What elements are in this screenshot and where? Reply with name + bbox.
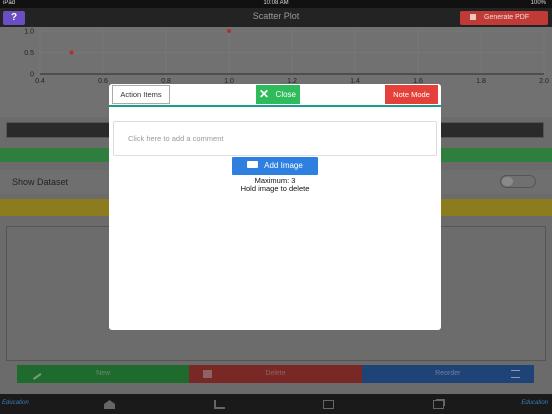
y-tick-label: 1.0 bbox=[24, 29, 34, 36]
action-bar: New Delete Reorder bbox=[17, 365, 534, 383]
reorder-label: Reorder bbox=[435, 370, 461, 377]
data-point bbox=[227, 29, 231, 33]
copy-icon[interactable] bbox=[433, 400, 444, 409]
new-label: New bbox=[96, 370, 111, 377]
chart-icon[interactable] bbox=[214, 400, 225, 409]
action-items-button[interactable]: Action Items bbox=[112, 85, 170, 104]
data-point bbox=[69, 50, 74, 55]
checkbox-icon[interactable] bbox=[323, 400, 334, 409]
pencil-icon bbox=[29, 368, 42, 380]
brand-logo-left: Education bbox=[2, 400, 29, 406]
note-mode-button[interactable]: Note Mode bbox=[385, 85, 438, 104]
show-dataset-label: Show Dataset bbox=[12, 177, 69, 187]
add-image-label: Add Image bbox=[264, 161, 303, 170]
battery-label: 100% bbox=[530, 0, 546, 6]
reorder-button[interactable]: Reorder bbox=[361, 365, 534, 383]
reorder-icon bbox=[510, 370, 520, 378]
generate-pdf-button[interactable]: Generate PDF bbox=[460, 11, 548, 25]
x-tick-label: 1.8 bbox=[476, 78, 486, 85]
home-icon[interactable] bbox=[104, 400, 115, 409]
comment-modal: Action Items ✕Close Note Mode Add Image … bbox=[109, 84, 441, 330]
tab-bar: Education Education bbox=[0, 394, 552, 414]
show-dataset-toggle[interactable] bbox=[500, 175, 536, 188]
close-label: Close bbox=[275, 90, 296, 99]
generate-pdf-label: Generate PDF bbox=[484, 14, 530, 21]
new-button[interactable]: New bbox=[17, 365, 190, 383]
document-icon bbox=[470, 14, 476, 21]
modal-header: Action Items ✕ Close Note Mode bbox=[109, 84, 441, 107]
brand-logo-right: Education bbox=[521, 400, 548, 406]
delete-button[interactable]: Delete bbox=[189, 365, 362, 383]
close-button[interactable]: ✕ Close bbox=[256, 85, 300, 104]
x-tick-label: 0.4 bbox=[35, 78, 45, 85]
y-tick-label: 0 bbox=[30, 72, 34, 79]
nav-bar: ? Scatter Plot Generate PDF bbox=[0, 8, 552, 27]
close-icon: ✕ bbox=[259, 87, 270, 101]
delete-label: Delete bbox=[265, 370, 286, 377]
add-image-button[interactable]: Add Image bbox=[232, 157, 318, 175]
y-tick-label: 0.5 bbox=[24, 50, 34, 57]
comment-input[interactable] bbox=[114, 122, 436, 155]
trash-icon bbox=[203, 370, 213, 378]
comment-box bbox=[113, 121, 437, 156]
x-tick-label: 2.0 bbox=[539, 78, 549, 85]
clock-label: 10:08 AM bbox=[263, 0, 289, 6]
x-tick-label: 0.6 bbox=[98, 78, 108, 85]
hold-to-delete-text: Hold image to delete bbox=[240, 184, 310, 193]
camera-icon bbox=[247, 161, 259, 169]
status-bar: iPad 10:08 AM 100% bbox=[0, 0, 552, 8]
